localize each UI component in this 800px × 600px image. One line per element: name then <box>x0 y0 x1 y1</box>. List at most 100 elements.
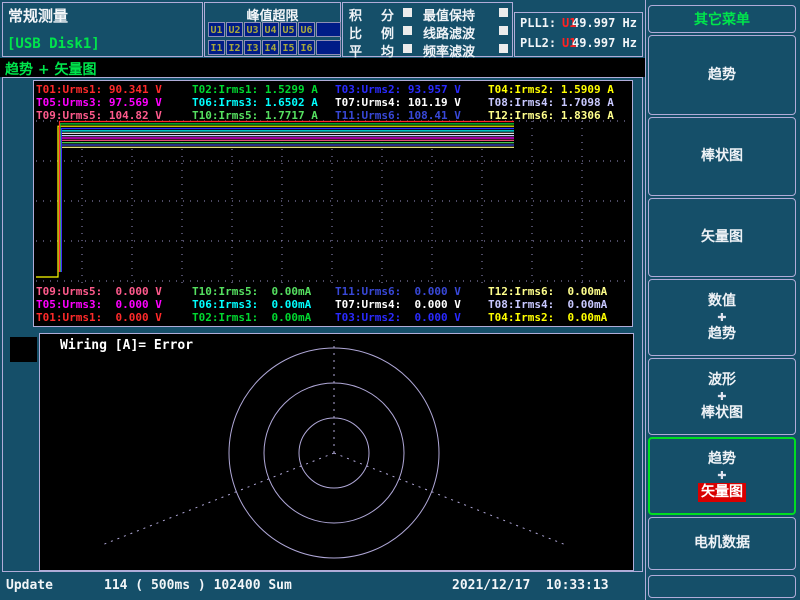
peak-cell-u1: U1 <box>208 22 225 37</box>
sidebar-button-numeric-trend[interactable]: 数值✚趋势 <box>648 279 796 356</box>
peak-cell-u5: U5 <box>280 22 297 37</box>
peak-cell-i3: I3 <box>244 40 261 55</box>
peak-cell-u3: U3 <box>244 22 261 37</box>
trend-panel: T01:Urms1: 90.341 VT02:Irms1: 1.5299 AT0… <box>33 80 633 327</box>
sidebar-button-bar-graph[interactable]: 棒状图 <box>648 117 796 196</box>
peak-cell-i1: I1 <box>208 40 225 55</box>
settings-row-3: 平均频率滤波 <box>343 41 512 58</box>
pll2-label: PLL2: <box>520 36 556 50</box>
plus-icon: ✚ <box>717 469 726 483</box>
sidebar-button-label: 矢量图 <box>701 228 743 247</box>
filter-checkbox[interactable] <box>499 8 508 17</box>
sidebar-button-label: 棒状图 <box>701 147 743 166</box>
sample-counter: 114 ( 500ms ) 102400 Sum <box>104 578 292 593</box>
pll-box: PLL1: U1 49.997 Hz PLL2: U1 49.997 Hz <box>514 12 643 57</box>
peak-cell-u6: U6 <box>298 22 315 37</box>
vector-chart <box>40 334 633 570</box>
channel-readout-t07: T07:Urms4: 0.000 V <box>335 298 461 311</box>
filter-checkbox[interactable] <box>499 26 508 35</box>
pll2-frequency: 49.997 Hz <box>572 36 637 50</box>
settings-row-1: 积分 最值保持 <box>343 5 512 22</box>
peak-cell-i4: I4 <box>262 40 279 55</box>
sidebar-button-other-menus[interactable]: 其它菜单 <box>648 5 796 33</box>
other-menus-label: 其它菜单 <box>694 9 750 29</box>
sidebar-button-trend-vector[interactable]: 趋势✚矢量图 <box>648 437 796 515</box>
view-title: 趋势 + 矢量图 <box>5 59 96 79</box>
sidebar-empty-slot <box>648 575 796 598</box>
sidebar-button-label: 棒状图 <box>701 404 743 423</box>
peak-cell-i5: I5 <box>280 40 297 55</box>
vector-panel: Wiring [A]= Error <box>39 333 634 571</box>
channel-readout-t05: T05:Urms3: 0.000 V <box>36 298 162 311</box>
channel-readout-t02: T02:Irms1: 1.5299 A <box>192 83 318 96</box>
pll1-row: PLL1: U1 49.997 Hz <box>515 16 642 34</box>
channel-readout-t11: T11:Urms6: 108.41 V <box>335 109 461 122</box>
filter-checkbox[interactable] <box>499 44 508 53</box>
pll1-frequency: 49.997 Hz <box>572 16 637 30</box>
peak-cell-empty-current <box>316 40 341 55</box>
usb-disk-label: [USB Disk1] <box>7 36 100 52</box>
peak-voltage-row: U1U2U3U4U5U6 <box>208 22 341 37</box>
sidebar-button-label: 趋势 <box>708 66 736 85</box>
sidebar-button-label: 数值 <box>708 292 736 311</box>
peak-cell-i6: I6 <box>298 40 315 55</box>
setting-checkbox[interactable] <box>403 26 412 35</box>
sidebar-button-label: 趋势 <box>708 450 736 469</box>
peak-limit-box: 峰值超限 U1U2U3U4U5U6 I1I2I3I4I5I6 <box>204 2 341 57</box>
channel-readout-t08: T08:Irms4: 0.00mA <box>488 298 607 311</box>
setting-char-left: 积 <box>349 5 362 24</box>
peak-cell-i2: I2 <box>226 40 243 55</box>
instrument-screen: 常规测量 [USB Disk1] 峰值超限 U1U2U3U4U5U6 I1I2I… <box>0 0 800 600</box>
sidebar-button-vector-graph[interactable]: 矢量图 <box>648 198 796 277</box>
setting-char-right: 分 <box>381 5 394 24</box>
channel-readout-t12: T12:Irms6: 1.8306 A <box>488 109 614 122</box>
view-title-strip: 趋势 + 矢量图 <box>0 58 645 77</box>
sidebar-button-label: 波形 <box>708 371 736 390</box>
setting-char-right: 例 <box>381 23 394 42</box>
sidebar-divider <box>645 0 646 600</box>
datetime: 2021/12/17 10:33:13 <box>452 578 609 593</box>
sidebar-button-label: 电机数据 <box>694 534 750 553</box>
update-label: Update <box>6 578 53 593</box>
setting-checkbox[interactable] <box>403 8 412 17</box>
color-swatch <box>10 337 37 362</box>
channel-readout-t08: T08:Irms4: 1.7098 A <box>488 96 614 109</box>
vector-axis-left <box>102 453 334 545</box>
peak-cell-empty-voltage <box>316 22 341 37</box>
channel-readout-t02: T02:Irms1: 0.00mA <box>192 311 311 324</box>
peak-cell-u2: U2 <box>226 22 243 37</box>
channel-readout-t10: T10:Irms5: 1.7717 A <box>192 109 318 122</box>
status-bar: Update 114 ( 500ms ) 102400 Sum 2021/12/… <box>0 574 645 600</box>
pll1-label: PLL1: <box>520 16 556 30</box>
channel-readout-t10: T10:Irms5: 0.00mA <box>192 285 311 298</box>
peak-cell-u4: U4 <box>262 22 279 37</box>
channel-readout-t03: T03:Urms2: 0.000 V <box>335 311 461 324</box>
channel-readout-t09: T09:Urms5: 104.82 V <box>36 109 162 122</box>
sidebar-button-trend[interactable]: 趋势 <box>648 35 796 115</box>
plus-icon: ✚ <box>717 311 726 325</box>
channel-readout-t04: T04:Irms2: 0.00mA <box>488 311 607 324</box>
measurement-settings-box: 积分 最值保持比例 线路滤波平均频率滤波 <box>342 2 513 57</box>
sidebar-button-wave-bar-graph[interactable]: 波形✚棒状图 <box>648 358 796 435</box>
pll2-row: PLL2: U1 49.997 Hz <box>515 36 642 54</box>
filter-label: 最值保持 <box>423 5 475 24</box>
channel-readout-t06: T06:Irms3: 1.6502 A <box>192 96 318 109</box>
channel-readout-t01: T01:Urms1: 0.000 V <box>36 311 162 324</box>
vector-axis-right <box>334 453 566 545</box>
channel-readout-t06: T06:Irms3: 0.00mA <box>192 298 311 311</box>
status-box: 常规测量 [USB Disk1] <box>2 2 203 57</box>
setting-checkbox[interactable] <box>403 44 412 53</box>
settings-row-2: 比例 线路滤波 <box>343 23 512 40</box>
peak-current-row: I1I2I3I4I5I6 <box>208 40 341 55</box>
sidebar-button-motor-data[interactable]: 电机数据 <box>648 517 796 570</box>
plus-icon: ✚ <box>717 390 726 404</box>
channel-readout-t09: T09:Urms5: 0.000 V <box>36 285 162 298</box>
channel-readout-t11: T11:Urms6: 0.000 V <box>335 285 461 298</box>
channel-readout-t04: T04:Irms2: 1.5909 A <box>488 83 614 96</box>
mode-title: 常规测量 <box>8 5 68 26</box>
filter-label: 线路滤波 <box>423 23 475 42</box>
channel-readout-t05: T05:Urms3: 97.569 V <box>36 96 162 109</box>
setting-char-left: 比 <box>349 23 362 42</box>
channel-readout-t07: T07:Urms4: 101.19 V <box>335 96 461 109</box>
channel-readout-t03: T03:Urms2: 93.957 V <box>335 83 461 96</box>
